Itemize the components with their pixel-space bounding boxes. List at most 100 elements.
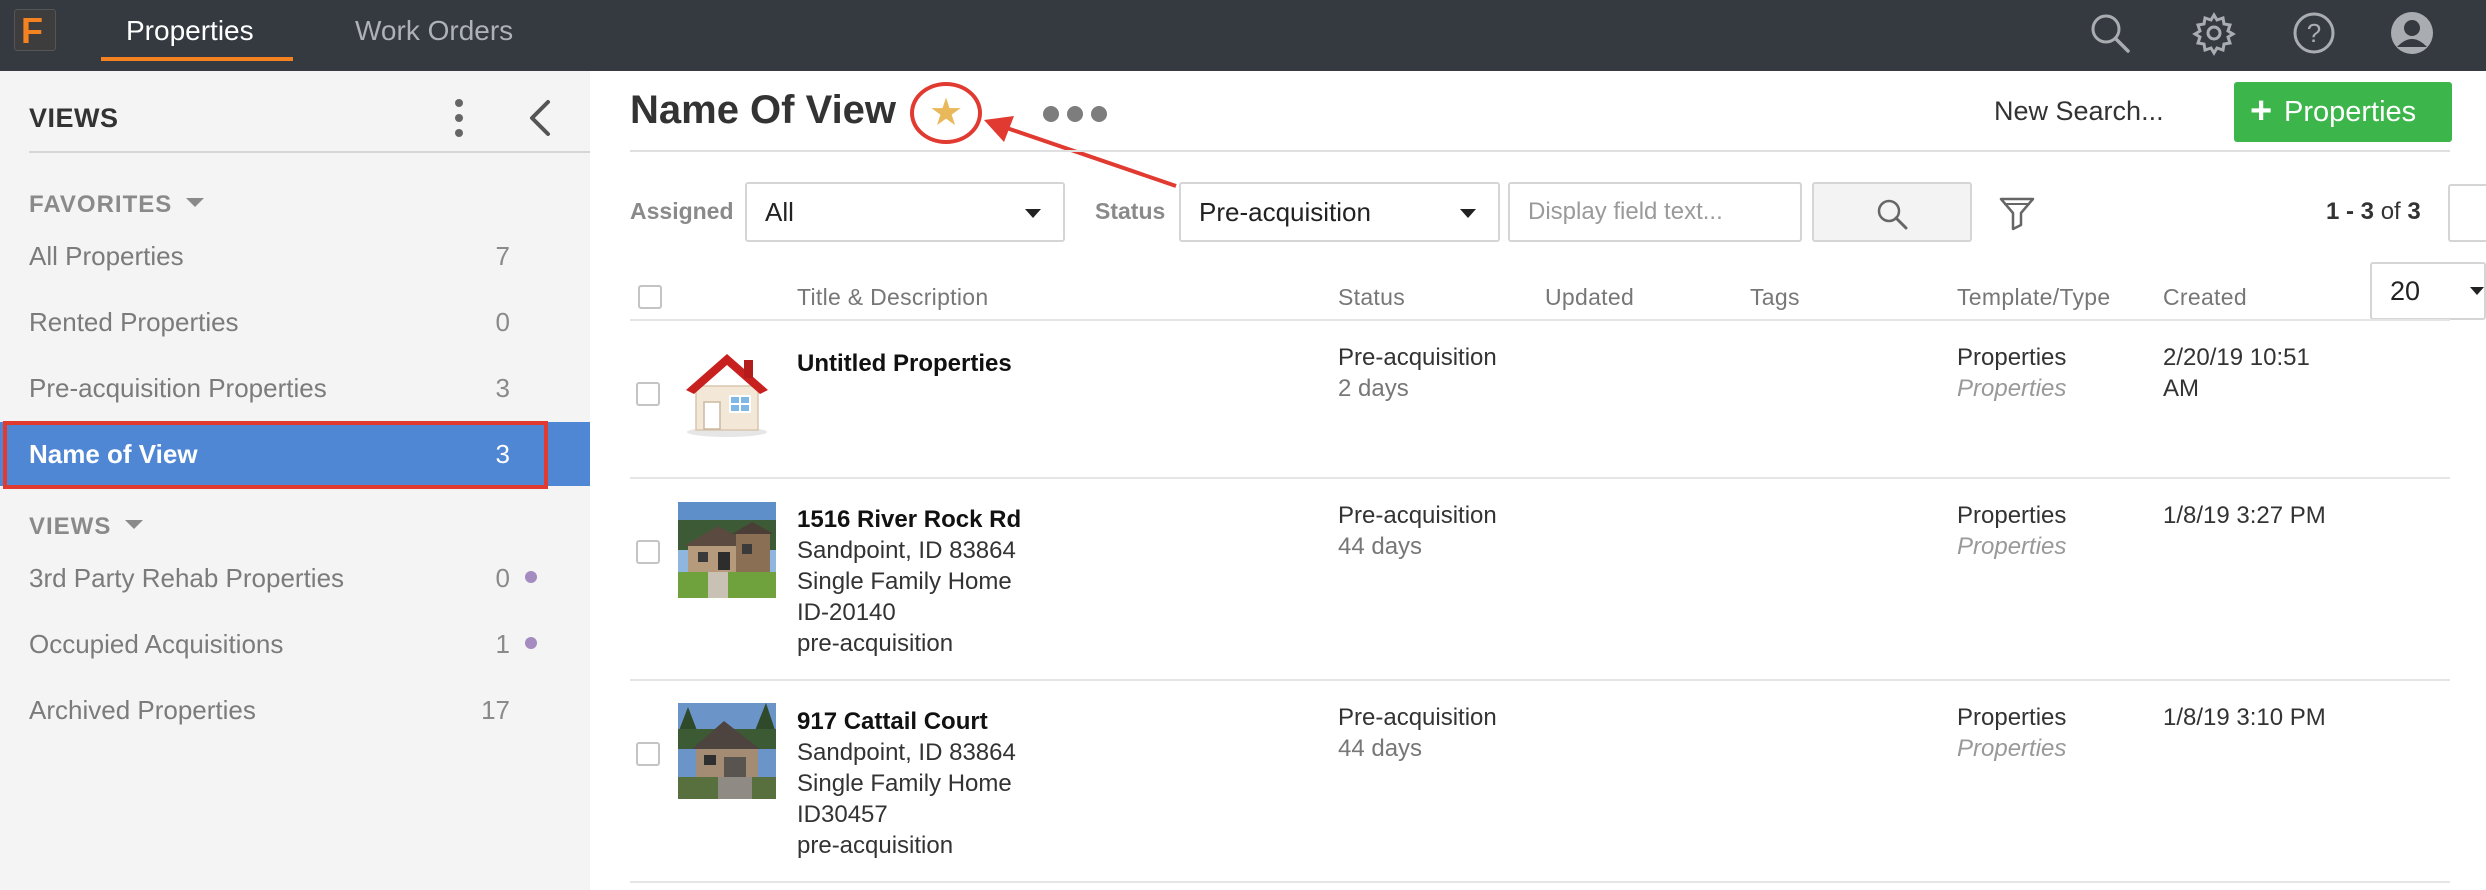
row-desc-line: Sandpoint, ID 83864 xyxy=(797,739,1016,766)
plus-icon: + xyxy=(2250,90,2273,132)
property-photo xyxy=(678,703,776,799)
views-section-toggle[interactable]: VIEWS xyxy=(29,513,144,541)
active-tab-indicator xyxy=(101,57,293,61)
sidebar-item-count: 0 xyxy=(495,563,510,593)
chevron-down-icon xyxy=(2470,287,2484,295)
sidebar-item-count: 3 xyxy=(495,373,510,403)
display-field-search-input[interactable]: Display field text... xyxy=(1508,182,1802,242)
row-title[interactable]: 917 Cattail Court xyxy=(797,706,988,737)
shared-view-dot-icon xyxy=(525,637,537,649)
favorites-section-toggle[interactable]: FAVORITES xyxy=(29,191,205,219)
pagination-control[interactable] xyxy=(2448,184,2486,242)
row-status: Pre-acquisition xyxy=(1338,344,1497,371)
column-header-status[interactable]: Status xyxy=(1338,284,1405,311)
shared-view-dot-icon xyxy=(525,571,537,583)
assigned-select[interactable]: All xyxy=(745,182,1065,242)
table-divider xyxy=(630,679,2450,681)
page-size-select[interactable]: 20 xyxy=(2370,262,2486,320)
user-avatar-icon[interactable] xyxy=(2388,9,2436,57)
kebab-menu-icon[interactable] xyxy=(446,93,472,143)
chevron-left-icon[interactable] xyxy=(522,98,558,138)
sidebar-item-label: Rented Properties xyxy=(29,307,239,337)
help-icon[interactable]: ? xyxy=(2290,9,2338,57)
sidebar-item-pre-acquisition-properties[interactable]: Pre-acquisition Properties 3 xyxy=(0,356,590,420)
sidebar-item-count: 17 xyxy=(481,695,510,725)
row-checkbox[interactable] xyxy=(636,540,660,564)
property-photo xyxy=(678,502,776,598)
house-icon xyxy=(678,344,776,440)
sidebar-item-count: 0 xyxy=(495,307,510,337)
page-title: Name Of View xyxy=(630,88,897,132)
pagination-range: 1 - 3 xyxy=(2326,198,2375,225)
caret-down-icon xyxy=(125,520,144,530)
gear-icon[interactable] xyxy=(2190,9,2238,57)
sidebar-item-all-properties[interactable]: All Properties 7 xyxy=(0,224,590,288)
search-icon[interactable] xyxy=(2086,9,2134,57)
row-created: 2/20/19 10:51 xyxy=(2163,344,2310,371)
assigned-filter-label: Assigned xyxy=(630,198,734,224)
row-type: Properties xyxy=(1957,375,2067,402)
table-divider xyxy=(630,881,2450,883)
sidebar-item-archived-properties[interactable]: Archived Properties 17 xyxy=(0,678,590,742)
status-select-value: Pre-acquisition xyxy=(1199,197,1371,227)
sidebar-item-label: Name of View xyxy=(29,439,198,469)
row-created-suffix: AM xyxy=(2163,375,2199,402)
column-header-tags[interactable]: Tags xyxy=(1750,284,1800,311)
row-desc-line: pre-acquisition xyxy=(797,832,954,859)
row-desc-line: ID30457 xyxy=(797,801,888,828)
table-divider xyxy=(630,477,2450,479)
row-checkbox[interactable] xyxy=(636,742,660,766)
sidebar-item-3rd-party-rehab[interactable]: 3rd Party Rehab Properties 0 xyxy=(0,546,590,610)
row-created: 1/8/19 3:27 PM xyxy=(2163,502,2326,529)
sidebar-item-count: 7 xyxy=(495,241,510,271)
app-logo[interactable]: F xyxy=(14,9,56,51)
row-title[interactable]: Untitled Properties xyxy=(797,348,1012,379)
sidebar-item-rented-properties[interactable]: Rented Properties 0 xyxy=(0,290,590,354)
search-button[interactable] xyxy=(1812,182,1972,242)
row-status-age: 2 days xyxy=(1338,375,1409,402)
top-navigation-bar: F Properties Work Orders ? xyxy=(0,0,2486,71)
row-status-age: 44 days xyxy=(1338,533,1423,560)
table-divider xyxy=(630,319,2450,321)
row-type: Properties xyxy=(1957,533,2067,560)
sidebar-item-label: 3rd Party Rehab Properties xyxy=(29,563,345,593)
add-button-label: Properties xyxy=(2284,96,2417,128)
select-all-checkbox[interactable] xyxy=(638,285,662,309)
row-type: Properties xyxy=(1957,735,2067,762)
row-template: Properties xyxy=(1957,502,2067,529)
row-desc-line: Single Family Home xyxy=(797,568,1012,595)
sidebar-item-occupied-acquisitions[interactable]: Occupied Acquisitions 1 xyxy=(0,612,590,676)
views-sidebar: VIEWS FAVORITES All Properties 7 Rented … xyxy=(0,71,590,890)
row-checkbox[interactable] xyxy=(636,382,660,406)
sidebar-item-label: All Properties xyxy=(29,241,184,271)
sidebar-title: VIEWS xyxy=(29,103,119,133)
header-divider xyxy=(630,150,2450,152)
favorite-star-button[interactable]: ★ xyxy=(910,82,982,144)
status-select[interactable]: Pre-acquisition xyxy=(1179,182,1500,242)
assigned-select-value: All xyxy=(765,197,794,227)
chevron-down-icon xyxy=(1025,209,1041,218)
chevron-down-icon xyxy=(1460,209,1476,218)
row-status: Pre-acquisition xyxy=(1338,704,1497,731)
add-properties-button[interactable]: + Properties xyxy=(2234,82,2452,142)
row-template: Properties xyxy=(1957,704,2067,731)
column-header-updated[interactable]: Updated xyxy=(1545,284,1634,311)
row-status: Pre-acquisition xyxy=(1338,502,1497,529)
search-icon xyxy=(1877,199,1908,230)
sidebar-item-count: 3 xyxy=(495,439,510,469)
filter-funnel-icon[interactable] xyxy=(1998,194,2036,232)
sidebar-item-name-of-view[interactable]: Name of View 3 xyxy=(0,422,590,486)
column-header-title[interactable]: Title & Description xyxy=(797,284,988,311)
row-template: Properties xyxy=(1957,344,2067,371)
sidebar-divider xyxy=(29,151,590,153)
new-search-link[interactable]: New Search... xyxy=(1994,96,2164,127)
row-desc-line: Single Family Home xyxy=(797,770,1012,797)
column-header-created[interactable]: Created xyxy=(2163,284,2247,311)
sidebar-item-label: Pre-acquisition Properties xyxy=(29,373,327,403)
row-created: 1/8/19 3:10 PM xyxy=(2163,704,2326,731)
views-label: VIEWS xyxy=(29,513,112,540)
nav-tab-work-orders[interactable]: Work Orders xyxy=(355,0,513,71)
row-title[interactable]: 1516 River Rock Rd xyxy=(797,504,1021,535)
caret-down-icon xyxy=(186,198,205,208)
column-header-template-type[interactable]: Template/Type xyxy=(1957,284,2110,311)
